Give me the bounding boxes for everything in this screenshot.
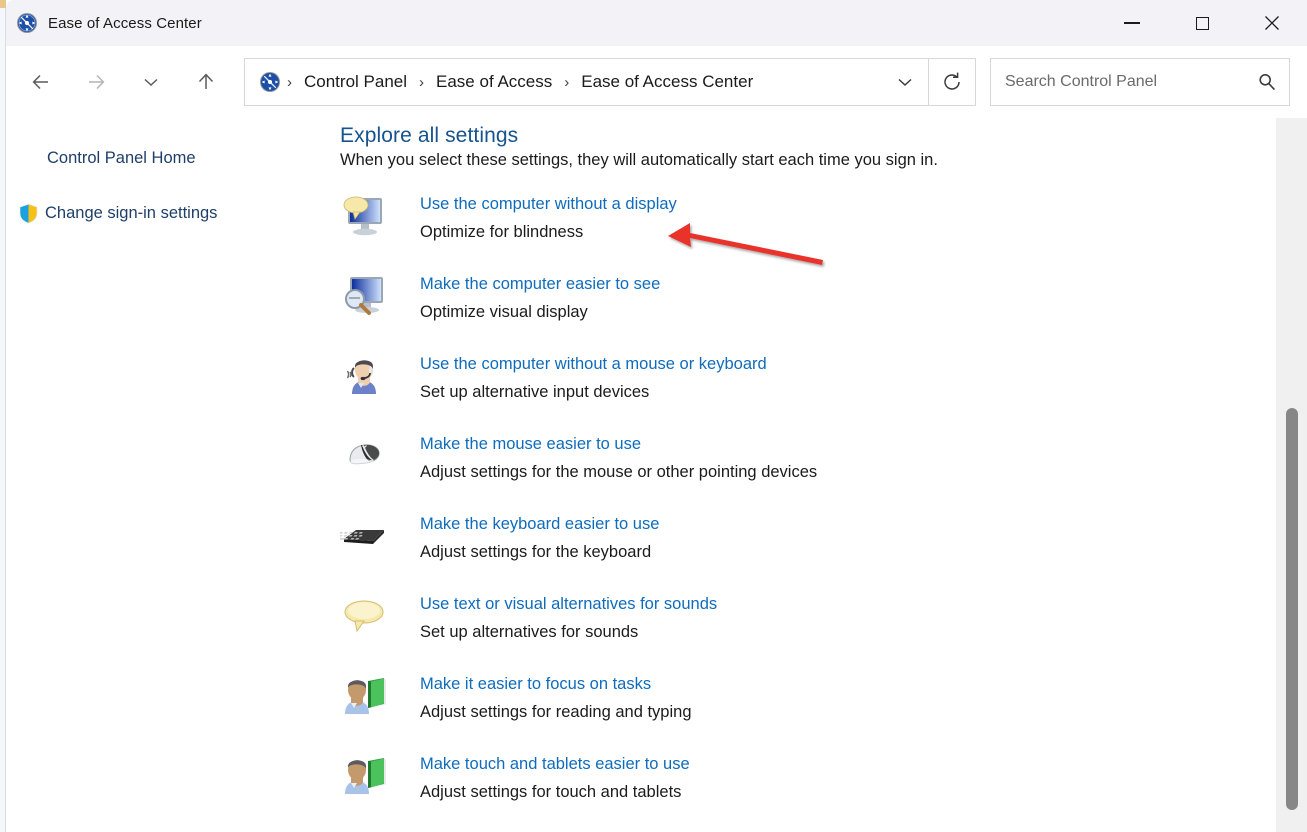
- person-headset-icon: [340, 352, 388, 400]
- setting-link[interactable]: Make the mouse easier to use: [420, 435, 641, 454]
- setting-item-touch-and-tablets[interactable]: Make touch and tablets easier to use Adj…: [340, 752, 1307, 832]
- setting-link[interactable]: Use the computer without a display: [420, 195, 677, 214]
- control-panel-window: Ease of Access Center: [0, 0, 1307, 832]
- setting-item-easier-to-see[interactable]: Make the computer easier to see Optimize…: [340, 272, 1307, 352]
- close-button[interactable]: [1237, 0, 1307, 46]
- setting-texts: Use the computer without a display Optim…: [420, 192, 677, 242]
- close-icon: [1264, 15, 1280, 31]
- navigation-bar: › Control Panel › Ease of Access › Ease …: [6, 46, 1307, 118]
- window-caption-buttons: [1097, 0, 1307, 46]
- ease-of-access-icon: [16, 12, 38, 34]
- breadcrumb-item-control-panel[interactable]: Control Panel: [298, 68, 413, 96]
- setting-item-use-without-display[interactable]: Use the computer without a display Optim…: [340, 192, 1307, 272]
- sidebar: Control Panel Home Change sign-in settin…: [6, 118, 335, 832]
- setting-texts: Use the computer without a mouse or keyb…: [420, 352, 767, 402]
- address-bar[interactable]: › Control Panel › Ease of Access › Ease …: [244, 58, 976, 106]
- sidebar-item-label: Control Panel Home: [47, 149, 196, 168]
- setting-link[interactable]: Use text or visual alternatives for soun…: [420, 595, 717, 614]
- previous-locations-button[interactable]: [882, 59, 928, 105]
- setting-description: Set up alternative input devices: [420, 383, 767, 402]
- person-book-icon: [340, 752, 388, 800]
- setting-texts: Use text or visual alternatives for soun…: [420, 592, 717, 642]
- setting-link[interactable]: Use the computer without a mouse or keyb…: [420, 355, 767, 374]
- setting-texts: Make the computer easier to see Optimize…: [420, 272, 660, 322]
- breadcrumb-item-ease-of-access-center[interactable]: Ease of Access Center: [575, 68, 759, 96]
- search-input[interactable]: [1005, 73, 1245, 91]
- sidebar-item-label: Change sign-in settings: [45, 204, 217, 223]
- page-title: Explore all settings: [340, 124, 1307, 148]
- back-arrow-icon: [29, 70, 53, 94]
- setting-texts: Make it easier to focus on tasks Adjust …: [420, 672, 692, 722]
- person-book-icon: [340, 672, 388, 720]
- setting-link[interactable]: Make it easier to focus on tasks: [420, 675, 651, 694]
- keyboard-icon: [340, 512, 388, 560]
- setting-texts: Make touch and tablets easier to use Adj…: [420, 752, 690, 802]
- settings-list: Use the computer without a display Optim…: [340, 192, 1307, 832]
- back-button[interactable]: [20, 61, 62, 103]
- vertical-scrollbar[interactable]: [1276, 118, 1307, 832]
- setting-description: Adjust settings for reading and typing: [420, 703, 692, 722]
- page-subtitle: When you select these settings, they wil…: [340, 151, 1307, 170]
- setting-link[interactable]: Make the keyboard easier to use: [420, 515, 659, 534]
- setting-link[interactable]: Make touch and tablets easier to use: [420, 755, 690, 774]
- breadcrumb-separator[interactable]: ›: [558, 74, 575, 91]
- address-bar-actions: [882, 59, 975, 105]
- setting-texts: Make the keyboard easier to use Adjust s…: [420, 512, 659, 562]
- chevron-down-icon: [895, 72, 915, 92]
- up-arrow-icon: [194, 70, 218, 94]
- maximize-icon: [1196, 17, 1209, 30]
- search-box[interactable]: [990, 58, 1290, 106]
- setting-item-text-visual-alternatives[interactable]: Use text or visual alternatives for soun…: [340, 592, 1307, 672]
- refresh-button[interactable]: [929, 59, 975, 105]
- chevron-down-icon: [141, 72, 161, 92]
- main-panel: Explore all settings When you select the…: [335, 118, 1307, 832]
- breadcrumb-item-ease-of-access[interactable]: Ease of Access: [430, 68, 558, 96]
- up-button[interactable]: [185, 61, 227, 103]
- setting-description: Optimize visual display: [420, 303, 660, 322]
- setting-item-without-mouse-or-keyboard[interactable]: Use the computer without a mouse or keyb…: [340, 352, 1307, 432]
- breadcrumb-ease-of-access-icon[interactable]: [259, 71, 281, 93]
- minimize-button[interactable]: [1097, 0, 1167, 46]
- monitor-magnifier-icon: [340, 272, 388, 320]
- setting-description: Adjust settings for the mouse or other p…: [420, 463, 817, 482]
- sidebar-item-control-panel-home[interactable]: Control Panel Home: [6, 141, 335, 175]
- setting-description: Set up alternatives for sounds: [420, 623, 717, 642]
- setting-description: Adjust settings for touch and tablets: [420, 783, 690, 802]
- minimize-icon: [1124, 22, 1140, 23]
- shield-icon: [18, 203, 39, 224]
- forward-arrow-icon: [84, 70, 108, 94]
- window-title: Ease of Access Center: [48, 15, 202, 32]
- search-icon: [1257, 72, 1277, 92]
- setting-item-keyboard-easier[interactable]: Make the keyboard easier to use Adjust s…: [340, 512, 1307, 592]
- recent-locations-button[interactable]: [130, 61, 172, 103]
- speech-bubble-icon: [340, 592, 388, 640]
- setting-item-focus-on-tasks[interactable]: Make it easier to focus on tasks Adjust …: [340, 672, 1307, 752]
- breadcrumb-separator[interactable]: ›: [281, 74, 298, 91]
- scrollbar-thumb[interactable]: [1286, 408, 1298, 810]
- setting-item-mouse-easier[interactable]: Make the mouse easier to use Adjust sett…: [340, 432, 1307, 512]
- maximize-button[interactable]: [1167, 0, 1237, 46]
- refresh-icon: [941, 71, 963, 93]
- setting-link[interactable]: Make the computer easier to see: [420, 275, 660, 294]
- setting-description: Optimize for blindness: [420, 223, 677, 242]
- monitor-speech-bubble-icon: [340, 192, 388, 240]
- breadcrumb-separator[interactable]: ›: [413, 74, 430, 91]
- forward-button[interactable]: [75, 61, 117, 103]
- setting-texts: Make the mouse easier to use Adjust sett…: [420, 432, 817, 482]
- mouse-icon: [340, 432, 388, 480]
- breadcrumb: › Control Panel › Ease of Access › Ease …: [281, 68, 759, 96]
- title-bar: Ease of Access Center: [6, 0, 1307, 46]
- search-button[interactable]: [1245, 59, 1289, 105]
- window-content: Control Panel Home Change sign-in settin…: [6, 118, 1307, 832]
- setting-description: Adjust settings for the keyboard: [420, 543, 659, 562]
- sidebar-item-change-sign-in-settings[interactable]: Change sign-in settings: [6, 196, 335, 230]
